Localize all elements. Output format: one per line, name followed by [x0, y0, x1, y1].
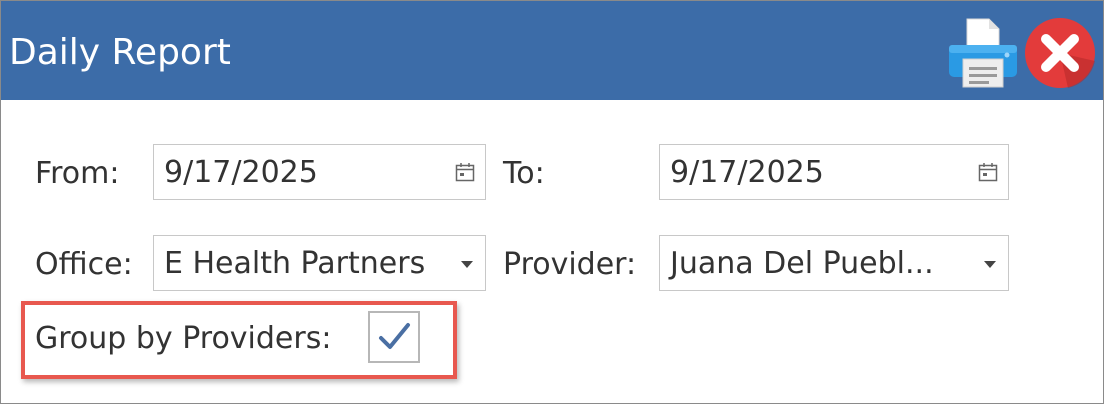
provider-select[interactable]: Juana Del Puebl... — [659, 235, 1009, 291]
calendar-icon[interactable] — [455, 162, 475, 182]
office-select[interactable]: E Health Partners — [153, 235, 486, 291]
to-date-field[interactable]: 9/17/2025 — [659, 144, 1009, 200]
window-title: Daily Report — [9, 32, 231, 73]
close-icon — [1025, 18, 1095, 88]
provider-value: Juana Del Puebl... — [670, 246, 934, 281]
chevron-down-icon[interactable] — [984, 261, 996, 268]
chevron-down-icon[interactable] — [461, 261, 473, 268]
to-label: To: — [503, 156, 545, 191]
from-label: From: — [35, 156, 120, 191]
provider-label: Provider: — [503, 247, 637, 282]
from-date-field[interactable]: 9/17/2025 — [153, 144, 486, 200]
highlight-box — [21, 301, 457, 379]
close-button[interactable] — [1023, 16, 1097, 90]
to-date-value: 9/17/2025 — [670, 155, 824, 190]
printer-icon — [949, 18, 1017, 88]
title-bar: Daily Report — [1, 1, 1103, 100]
from-date-value: 9/17/2025 — [164, 155, 318, 190]
calendar-icon[interactable] — [978, 162, 998, 182]
office-value: E Health Partners — [164, 246, 426, 281]
daily-report-dialog: Daily Report From: 9/17/2025 To: 9/17/20… — [0, 0, 1104, 404]
office-label: Office: — [35, 247, 133, 282]
print-button[interactable] — [945, 15, 1021, 91]
